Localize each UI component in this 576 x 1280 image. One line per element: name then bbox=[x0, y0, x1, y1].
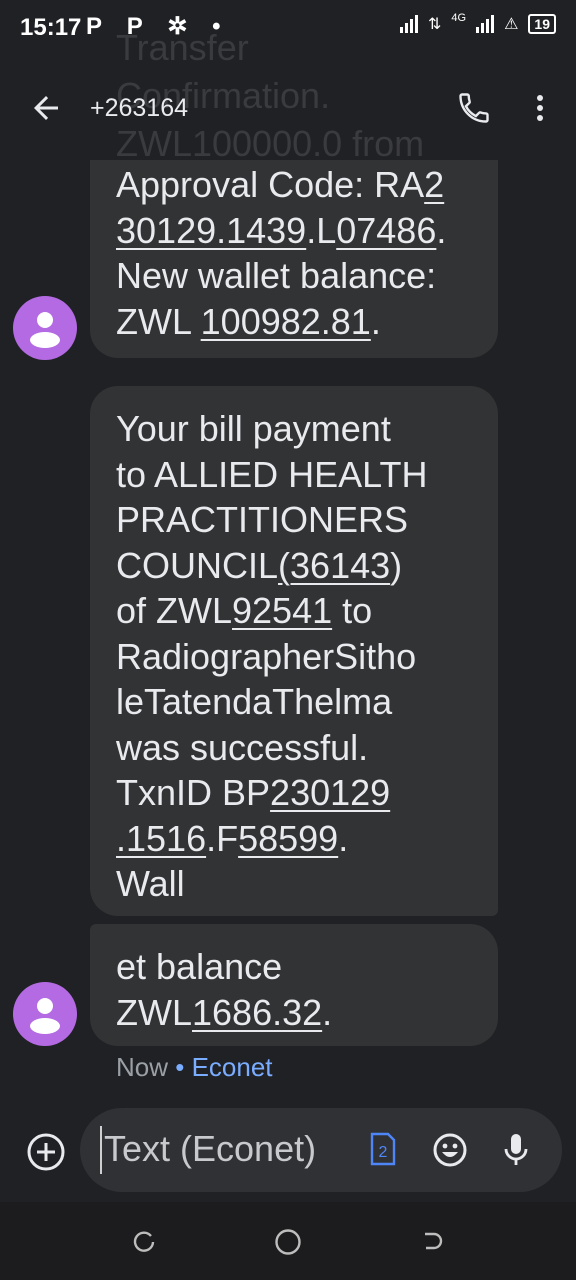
svg-text:2: 2 bbox=[379, 1144, 388, 1161]
link-text: 100982.81 bbox=[200, 300, 371, 342]
status-time: 15:17 bbox=[20, 14, 82, 41]
link-text: 58599 bbox=[238, 817, 339, 859]
person-icon bbox=[30, 312, 60, 348]
person-icon bbox=[30, 998, 60, 1034]
add-attachment-icon[interactable] bbox=[26, 1132, 66, 1172]
message-meta: Now • Econet bbox=[116, 1052, 273, 1082]
avatar[interactable] bbox=[13, 982, 77, 1046]
recent-apps-icon[interactable] bbox=[132, 1230, 156, 1254]
link-text: 30129.1439 bbox=[116, 209, 307, 251]
message-input[interactable]: Text (Econet) 2 bbox=[80, 1108, 562, 1192]
battery-icon: 19 bbox=[528, 14, 556, 34]
link-text: 2 bbox=[424, 164, 445, 205]
network-name: Econet bbox=[191, 1052, 273, 1082]
conversation-title: +263164 bbox=[90, 94, 189, 122]
more-vert-icon[interactable] bbox=[528, 90, 552, 126]
link-text: 230129 bbox=[270, 772, 391, 813]
avatar[interactable] bbox=[13, 296, 77, 360]
home-icon[interactable] bbox=[274, 1228, 302, 1256]
warning-icon: ⚠ bbox=[504, 16, 519, 33]
microphone-icon[interactable] bbox=[498, 1130, 534, 1170]
emoji-icon[interactable] bbox=[432, 1132, 468, 1168]
link-text: 92541 bbox=[232, 590, 333, 631]
signal-icon-2 bbox=[476, 15, 495, 33]
composer: Text (Econet) 2 bbox=[0, 1104, 576, 1200]
message-bubble[interactable]: Approval Code: RA2 30129.1439.L07486. Ne… bbox=[90, 160, 498, 358]
data-arrows-icon: ⇅ bbox=[427, 16, 442, 33]
message-time: Now bbox=[116, 1052, 169, 1082]
system-nav-bar bbox=[0, 1202, 576, 1280]
link-text: 07486 bbox=[336, 209, 437, 251]
p-app-icon: P bbox=[86, 13, 103, 40]
phone-icon[interactable] bbox=[456, 90, 492, 126]
text-cursor bbox=[100, 1126, 102, 1174]
message-input-placeholder: Text (Econet) bbox=[104, 1128, 317, 1169]
message-bubble[interactable]: et balance ZWL1686.32. bbox=[90, 924, 498, 1046]
sim-2-icon[interactable]: 2 bbox=[370, 1132, 396, 1166]
message-list[interactable]: Approval Code: RA2 30129.1439.L07486. Ne… bbox=[0, 160, 576, 1100]
link-text: (36143 bbox=[278, 544, 391, 586]
nav-back-icon[interactable] bbox=[420, 1230, 444, 1254]
app-bar: +263164 bbox=[0, 60, 576, 160]
network-type-label: 4G bbox=[451, 12, 467, 24]
link-text: 1686.32 bbox=[192, 991, 323, 1033]
link-text: .1516 bbox=[116, 817, 207, 859]
message-bubble[interactable]: Your bill payment to ALLIED HEALTH PRACT… bbox=[90, 386, 498, 916]
arrow-back-icon[interactable] bbox=[28, 90, 64, 126]
